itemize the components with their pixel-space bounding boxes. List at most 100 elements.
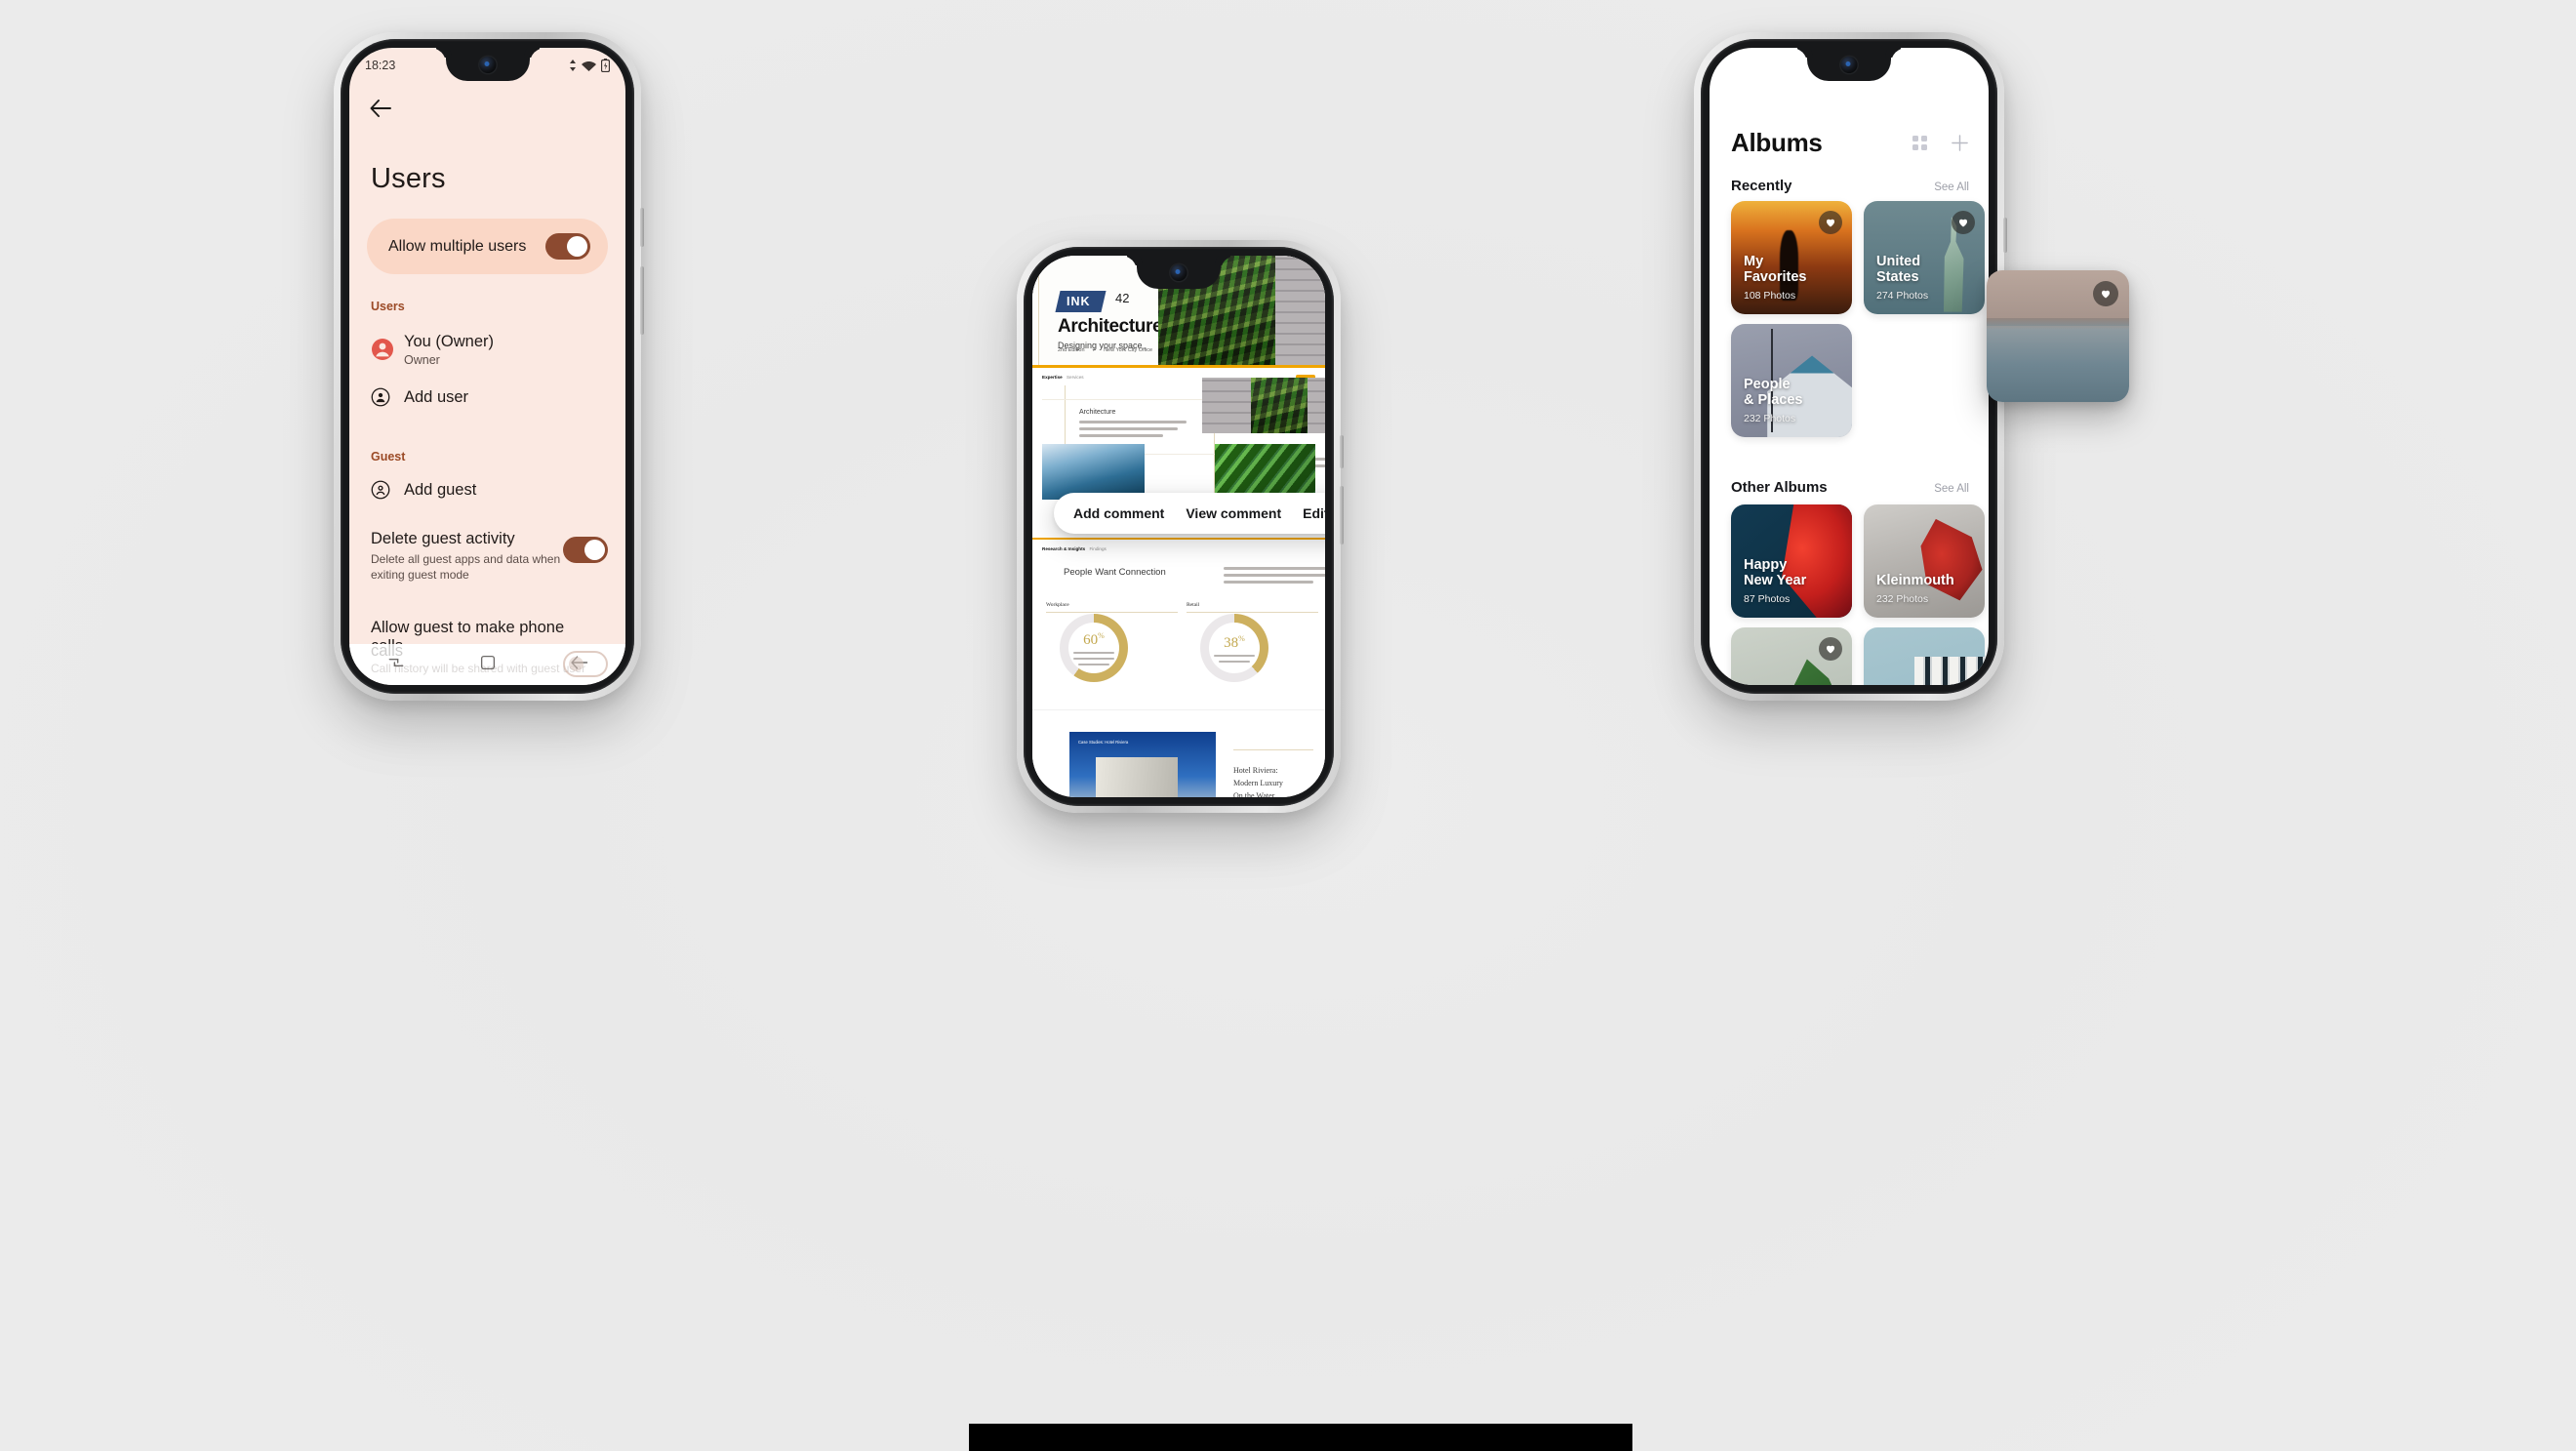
slide4-image-label: Case Studies: Hotel Riviera: [1078, 740, 1129, 745]
favorite-heart-icon[interactable]: [1819, 211, 1842, 234]
guest-add-icon: [371, 480, 404, 500]
stat-2-donut: 38%: [1200, 614, 1268, 682]
album-count: 108 Photos: [1744, 290, 1796, 302]
front-camera: [479, 57, 496, 73]
stat-2-value: 38: [1224, 634, 1239, 651]
slide1-side-image: [1275, 256, 1325, 365]
bottom-black-bar: [969, 1424, 1632, 1451]
album-card-people-places[interactable]: People & Places 232 Photos: [1731, 324, 1852, 437]
favorite-heart-icon[interactable]: [2093, 281, 2118, 306]
battery-charging-icon: [601, 59, 610, 72]
slide1-footer-right: New York City Office: [1104, 347, 1153, 353]
mobile-data-icon: [570, 60, 576, 71]
album-name: People & Places: [1744, 376, 1803, 408]
ink-logo-badge: INK: [1055, 291, 1107, 312]
slide4-hero-image: Case Studies: Hotel Riviera: [1069, 732, 1216, 797]
delete-guest-activity-title: Delete guest activity: [371, 530, 515, 547]
add-guest-label: Add guest: [404, 480, 477, 499]
album-name: Kleinmouth: [1876, 572, 1954, 588]
slide-4-case-study[interactable]: Case Studies: Hotel Riviera Hotel Rivier…: [1032, 710, 1325, 797]
allow-multiple-users-toggle[interactable]: [545, 233, 590, 260]
dragged-album-card-last-summer[interactable]: Last Summer 392 Photos: [1987, 270, 2129, 402]
section-recently-see-all[interactable]: See All: [1934, 181, 1969, 193]
album-card-kleinmouth[interactable]: Kleinmouth 232 Photos: [1864, 504, 1985, 618]
phone-users-settings: 18:23 Users Allow multiple users Users Y…: [334, 32, 644, 701]
edit-slide-button[interactable]: Edit slide: [1303, 505, 1325, 521]
section-recently: Recently See All: [1731, 178, 1969, 194]
stat-1-label: Workplace: [1046, 602, 1069, 608]
slide-3-research[interactable]: Research & Insights Findings People Want…: [1032, 540, 1325, 709]
account-circle-icon: [371, 338, 404, 361]
slide4-heading-1: Hotel Riviera:: [1233, 766, 1278, 775]
slide2-col1-heading: Architecture: [1079, 408, 1116, 416]
slide1-footer-sep: /: [1093, 347, 1096, 353]
recents-icon[interactable]: [386, 653, 406, 677]
slide1-footer-left: 2nd Edition: [1058, 347, 1085, 353]
phone3-screen: Albums Recently See All My Favorites 108…: [1710, 48, 1989, 685]
allow-multiple-users-label: Allow multiple users: [388, 237, 527, 255]
list-item-add-guest[interactable]: Add guest: [371, 480, 608, 500]
stat-2-label: Retail: [1187, 602, 1200, 608]
slide2-eyebrow-light: Services: [1066, 374, 1084, 380]
person-add-icon: [371, 387, 404, 407]
list-item-owner[interactable]: You (Owner) Owner: [371, 333, 608, 367]
slide2-image-left: [1042, 443, 1145, 500]
albums-header: Albums: [1731, 128, 1969, 158]
add-album-icon[interactable]: [1951, 134, 1969, 152]
home-icon[interactable]: [479, 654, 497, 676]
section-header-guest: Guest: [371, 450, 406, 464]
album-count: 232 Photos: [1744, 413, 1796, 424]
albums-title: Albums: [1731, 128, 1823, 157]
back-arrow-icon: [370, 100, 391, 117]
delete-guest-activity-subtitle: Delete all guest apps and data when exit…: [371, 552, 561, 583]
favorite-heart-icon[interactable]: [1819, 637, 1842, 661]
view-comment-button[interactable]: View comment: [1186, 505, 1281, 521]
slide4-heading-3: On the Water: [1233, 790, 1275, 797]
slide4-heading-2: Modern Luxury: [1233, 778, 1283, 787]
album-card-san-francisco[interactable]: San Francisco: [1864, 627, 1985, 685]
back-button[interactable]: [363, 91, 398, 126]
allow-guest-calls-toggle[interactable]: [563, 651, 608, 677]
album-count: 87 Photos: [1744, 593, 1791, 605]
slide1-title: Architecture: [1058, 316, 1163, 337]
slide3-heading: People Want Connection: [1064, 567, 1166, 578]
slide2-eyebrow-bold: Expertise: [1042, 374, 1063, 380]
front-camera-3: [1840, 57, 1858, 73]
favorite-heart-icon[interactable]: [1952, 211, 1975, 234]
add-comment-button[interactable]: Add comment: [1073, 505, 1164, 521]
grid-view-icon[interactable]: [1912, 136, 1927, 150]
ink-logo-number: 42: [1114, 291, 1130, 305]
album-card-united-states[interactable]: United States 274 Photos: [1864, 201, 1985, 314]
slide3-eyebrow-light: Findings: [1089, 546, 1107, 551]
slide3-eyebrow-bold: Research & Insights: [1042, 546, 1086, 551]
album-art-san-francisco: [1864, 627, 1985, 685]
setting-delete-guest-activity[interactable]: Delete guest activity Delete all guest a…: [371, 530, 608, 583]
album-card-my-favorites[interactable]: My Favorites 108 Photos: [1731, 201, 1852, 314]
section-other-see-all[interactable]: See All: [1934, 483, 1969, 495]
album-card-anguilla[interactable]: Anguilla: [1731, 627, 1852, 685]
album-name: My Favorites: [1744, 253, 1807, 285]
phone-presentation: INK 42 Architecture Designing your space…: [1017, 240, 1344, 813]
album-name: United States: [1876, 253, 1921, 285]
owner-name: You (Owner): [404, 333, 495, 350]
stat-1-value: 60: [1083, 631, 1099, 648]
stat-1-donut: 60%: [1060, 614, 1128, 682]
album-card-happy-new-year[interactable]: Happy New Year 87 Photos: [1731, 504, 1852, 618]
section-recently-title: Recently: [1731, 178, 1792, 194]
album-name: Happy New Year: [1744, 556, 1807, 588]
wifi-icon: [582, 61, 596, 71]
allow-multiple-users-row[interactable]: Allow multiple users: [367, 219, 608, 274]
phone1-screen: 18:23 Users Allow multiple users Users Y…: [349, 48, 625, 685]
list-item-add-user[interactable]: Add user: [371, 387, 608, 407]
front-camera-2: [1170, 264, 1187, 281]
add-user-label: Add user: [404, 387, 469, 406]
section-header-users: Users: [371, 300, 405, 313]
slide-context-menu: Add comment View comment Edit slide: [1054, 493, 1325, 534]
album-count: 274 Photos: [1876, 290, 1929, 302]
delete-guest-activity-toggle[interactable]: [563, 537, 608, 563]
owner-role: Owner: [404, 352, 440, 367]
slide2-image-right: [1215, 443, 1315, 500]
phone-albums: Albums Recently See All My Favorites 108…: [1694, 32, 2007, 701]
section-other-title: Other Albums: [1731, 479, 1828, 496]
slide2-image-top: [1202, 377, 1325, 433]
